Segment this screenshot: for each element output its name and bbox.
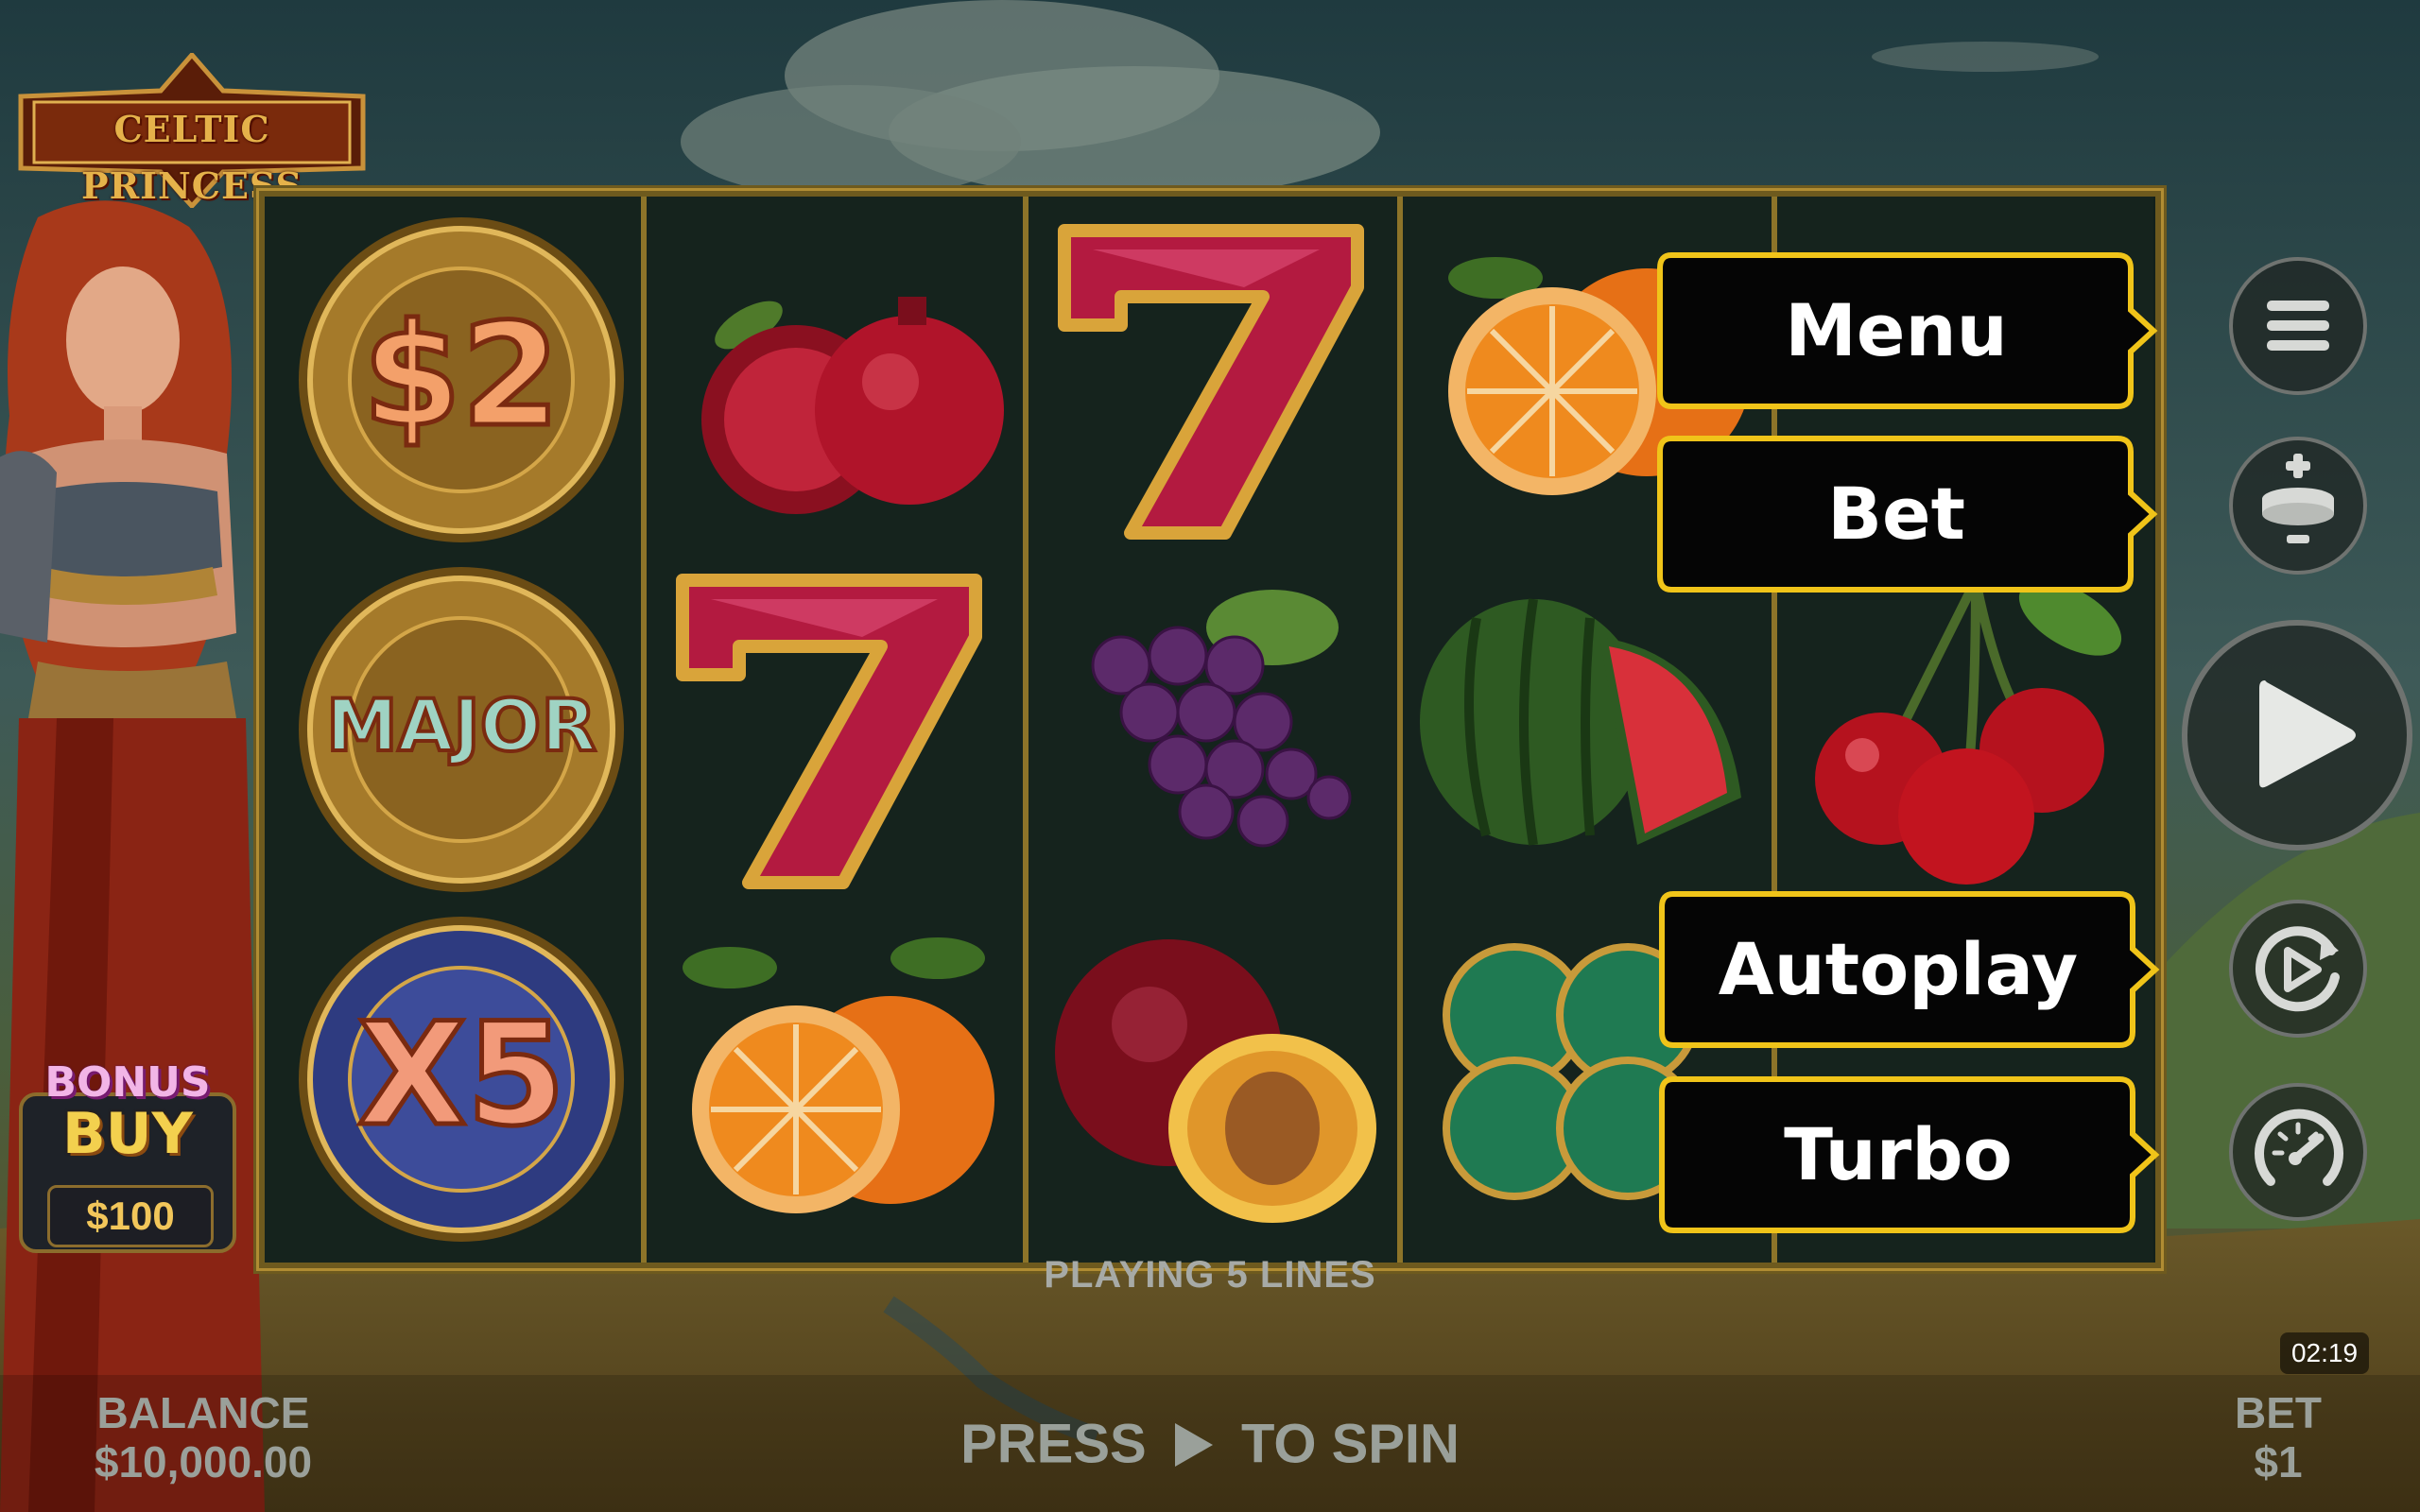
coin-label: $2 (363, 294, 561, 458)
tooltip-bet-label: Bet (1827, 472, 1965, 556)
balance-value: $10,000.00 (94, 1437, 313, 1486)
menu-button[interactable] (2229, 257, 2367, 395)
bonus-buy-price: $100 (47, 1185, 214, 1247)
red-seven-symbol (676, 574, 982, 889)
plum-symbol (1055, 939, 1376, 1223)
to-spin-word: TO SPIN (1240, 1413, 1460, 1475)
tooltip-menu-label: Menu (1785, 288, 2008, 372)
menu-icon (2267, 301, 2329, 351)
bet-coin-icon (2262, 454, 2334, 543)
cherries-symbol (1815, 577, 2122, 885)
pomegranate-symbol (701, 297, 1004, 514)
menu-tooltip: Menu (1654, 249, 2165, 412)
turbo-button[interactable] (2229, 1083, 2367, 1221)
clock: 02:19 (2280, 1332, 2369, 1374)
play-arrow-icon (1174, 1422, 1213, 1467)
tooltip-autoplay-label: Autoplay (1718, 927, 2079, 1011)
playing-lines-indicator: PLAYING 5 LINES (1044, 1254, 1376, 1296)
balance-label: BALANCE (96, 1388, 310, 1437)
spin-button[interactable] (2182, 620, 2412, 850)
orange-symbol (683, 937, 994, 1213)
autoplay-tooltip: Autoplay (1656, 888, 2167, 1051)
logo-title: CELTIC PRINCESS (81, 108, 302, 207)
autoplay-icon (2256, 926, 2340, 1012)
red-seven-symbol (1058, 224, 1364, 540)
bet-value: $1 (2254, 1437, 2303, 1486)
press-word: PRESS (960, 1413, 1147, 1475)
turbo-gauge-icon (2255, 1108, 2343, 1186)
watermelon-symbol (1420, 598, 1741, 846)
bet-tooltip: Bet (1654, 433, 2165, 595)
bet-label: BET (2235, 1388, 2322, 1437)
coin-symbol-2-dollar: $2 (299, 217, 624, 542)
bonus-buy-subtitle: BUY (62, 1101, 193, 1167)
coin-symbol-x5: X5 (299, 917, 624, 1242)
play-icon (2259, 680, 2356, 788)
princess-character (0, 200, 265, 1512)
coin-label: X5 (357, 993, 565, 1158)
coin-symbol-major: MAJOR (299, 567, 624, 892)
bonus-buy-button[interactable]: BONUS BUY $100 (19, 1057, 236, 1255)
press-to-spin-hint: PRESS TO SPIN (945, 1408, 1475, 1475)
bet-button[interactable] (2229, 437, 2367, 575)
turbo-tooltip: Turbo (1656, 1074, 2167, 1236)
coin-label: MAJOR (326, 683, 596, 767)
tooltip-turbo-label: Turbo (1784, 1112, 2013, 1196)
autoplay-button[interactable] (2229, 900, 2367, 1038)
bonus-buy-title: BONUS (44, 1058, 211, 1107)
grapes-symbol (1091, 590, 1352, 848)
